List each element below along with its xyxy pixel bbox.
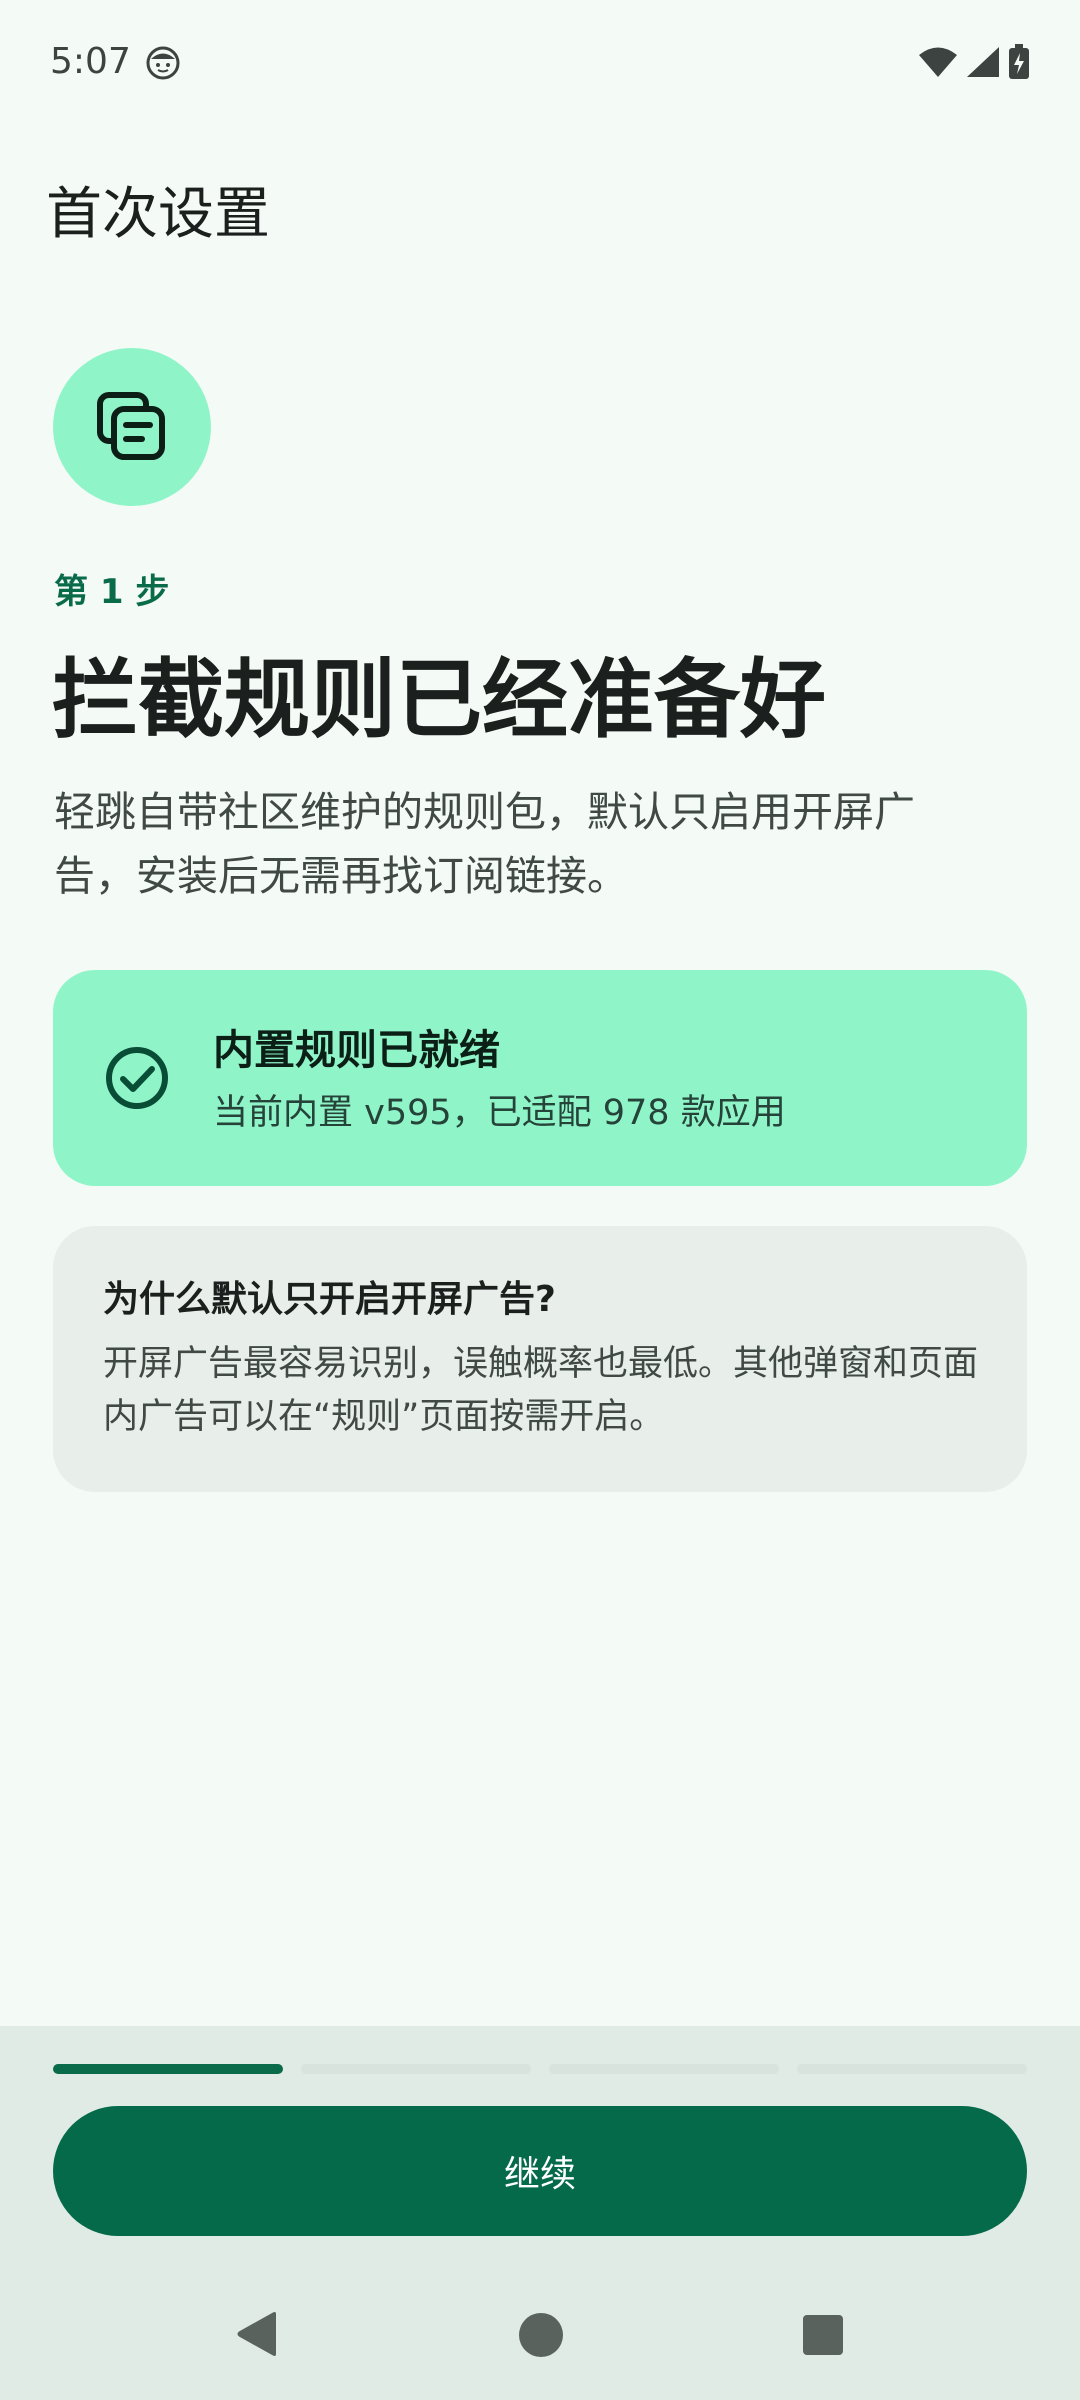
progress-segment-3 xyxy=(549,2064,779,2074)
step-label: 第 1 步 xyxy=(54,572,170,612)
rules-ready-card: 内置规则已就绪 当前内置 v595，已适配 978 款应用 xyxy=(53,970,1027,1186)
notification-face-icon xyxy=(146,46,180,80)
cell-signal-icon xyxy=(967,47,999,77)
why-card-title: 为什么默认只开启开屏广告? xyxy=(103,1279,556,1320)
ready-card-subtitle: 当前内置 v595，已适配 978 款应用 xyxy=(213,1093,786,1133)
nav-back-icon[interactable] xyxy=(234,2310,280,2358)
step-headline: 拦截规则已经准备好 xyxy=(52,650,826,750)
progress-segment-2 xyxy=(301,2064,531,2074)
why-info-card: 为什么默认只开启开屏广告? 开屏广告最容易识别，误触概率也最低。其他弹窗和页面内… xyxy=(53,1226,1027,1492)
status-bar: 5:07 xyxy=(0,0,1080,130)
page-title: 首次设置 xyxy=(46,182,270,247)
why-card-body: 开屏广告最容易识别，误触概率也最低。其他弹窗和页面内广告可以在“规则”页面按需开… xyxy=(103,1344,979,1437)
battery-charging-icon xyxy=(1009,44,1029,79)
progress-segment-4 xyxy=(797,2064,1027,2074)
nav-home-icon[interactable] xyxy=(518,2312,564,2358)
wifi-icon xyxy=(919,47,957,77)
status-time: 5:07 xyxy=(50,41,131,82)
step-description: 轻跳自带社区维护的规则包，默认只启用开屏广告，安装后无需再找订阅链接。 xyxy=(54,788,915,900)
progress-segment-1 xyxy=(53,2064,283,2074)
system-nav-bar xyxy=(0,2270,1080,2400)
step-progress-indicator xyxy=(53,2064,1027,2074)
ready-card-title: 内置规则已就绪 xyxy=(213,1026,500,1074)
rules-document-icon xyxy=(97,392,165,460)
nav-recent-apps-icon[interactable] xyxy=(802,2314,844,2356)
check-circle-icon xyxy=(106,1047,168,1109)
rules-hero-icon-badge xyxy=(53,348,211,506)
continue-button[interactable]: 继续 xyxy=(53,2106,1027,2236)
